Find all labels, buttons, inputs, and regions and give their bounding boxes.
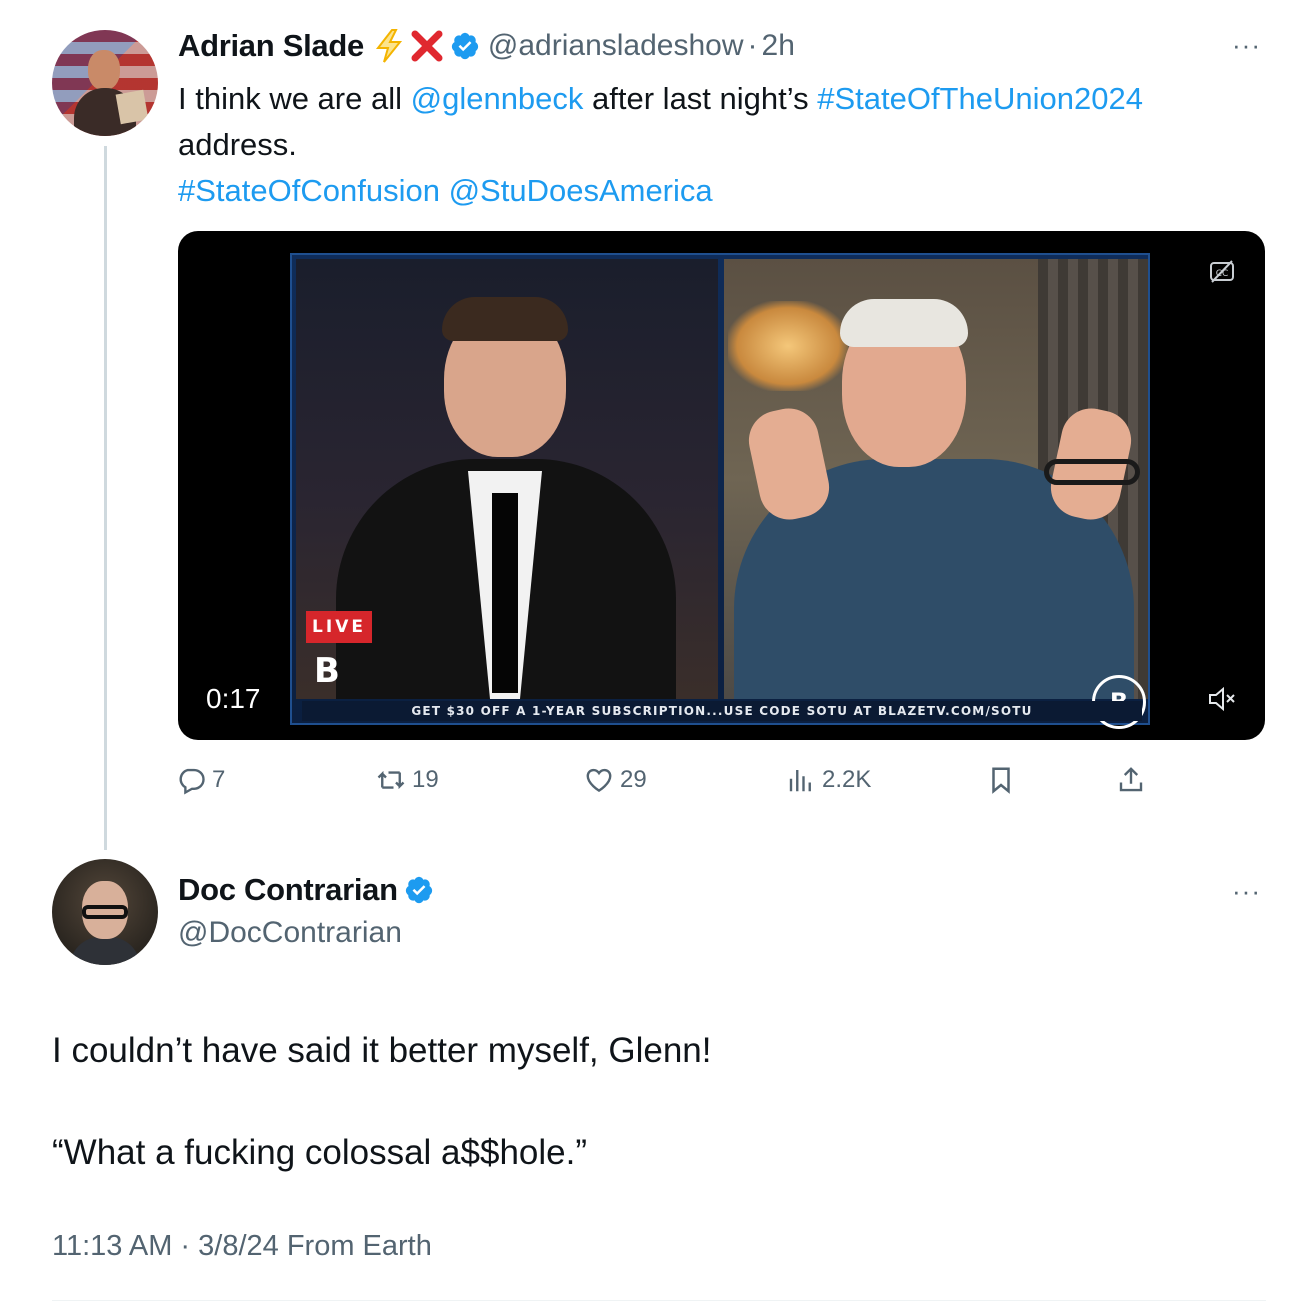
tweet1-text-part: address. — [178, 127, 297, 162]
tweet2-text: I couldn’t have said it better myself, G… — [52, 1024, 1252, 1180]
lamp-glow — [728, 301, 848, 391]
captions-off-icon[interactable]: CC — [1209, 259, 1235, 285]
verified-badge-icon — [450, 31, 480, 61]
guest-hair — [840, 299, 968, 347]
video-frame: LIVE B B GET $30 OFF A 1-YEAR SUBSCRIPTI… — [290, 253, 1150, 729]
tweet2-handle[interactable]: @DocContrarian — [178, 916, 434, 950]
verified-badge-icon — [404, 875, 434, 905]
views-button[interactable]: 2.2K — [786, 758, 871, 802]
reply-button[interactable]: 7 — [176, 758, 225, 802]
tweet1-text-part: after last night’s — [583, 81, 818, 116]
tweet1-action-bar: 7 19 29 2.2K — [176, 758, 1166, 802]
thread-connector-line — [104, 146, 107, 850]
repost-icon — [377, 770, 405, 790]
hashtag-stateoftheunion2024[interactable]: #StateOfTheUnion2024 — [817, 81, 1143, 116]
avatar-glasses — [82, 905, 128, 919]
mention-glennbeck[interactable]: @glennbeck — [411, 81, 584, 116]
tweet2-more-options-icon[interactable]: ··· — [1232, 878, 1261, 904]
bookmark-icon — [992, 767, 1010, 794]
like-count: 29 — [620, 766, 647, 793]
volume-muted-icon[interactable] — [1207, 685, 1237, 713]
red-cross-icon — [410, 29, 444, 63]
video-ticker: GET $30 OFF A 1-YEAR SUBSCRIPTION...USE … — [302, 701, 1142, 721]
video-duration: 0:17 — [196, 679, 271, 719]
tweet2-line-2: “What a fucking colossal a$$hole.” — [52, 1133, 587, 1172]
share-button[interactable] — [1116, 758, 1146, 802]
reply-icon — [179, 768, 205, 795]
repost-count: 19 — [412, 766, 439, 793]
avatar-paper — [115, 89, 149, 125]
guest-hand-left — [743, 402, 835, 526]
blaze-logo-icon: B — [314, 651, 340, 691]
mention-studoesamerica[interactable]: @StuDoesAmerica — [449, 173, 713, 208]
tweet1-timestamp[interactable]: 2h — [762, 29, 795, 63]
tweet2-line-1: I couldn’t have said it better myself, G… — [52, 1031, 712, 1070]
tweet2-meta[interactable]: 11:13 AM · 3/8/24 From Earth — [52, 1230, 432, 1263]
tweet1-header: Adrian Slade @adriansladeshow · 2h — [178, 26, 795, 66]
bookmark-button[interactable] — [986, 758, 1016, 802]
like-button[interactable]: 29 — [584, 758, 647, 802]
video-panel-left: LIVE B — [296, 259, 718, 699]
avatar-doc-contrarian[interactable] — [52, 859, 158, 965]
avatar-adrian-slade[interactable] — [52, 30, 158, 136]
tweet1-text: I think we are all @glennbeck after last… — [178, 76, 1268, 214]
tweet1-more-options-icon[interactable]: ··· — [1232, 32, 1261, 58]
avatar-face — [88, 50, 120, 90]
reply-count: 7 — [212, 766, 226, 793]
host-hair — [442, 297, 568, 341]
tweet1-text-part: I think we are all — [178, 81, 411, 116]
tweet1-video-player[interactable]: LIVE B B GET $30 OFF A 1-YEAR SUBSCRIPTI… — [178, 231, 1265, 740]
hashtag-stateofconfusion[interactable]: #StateOfConfusion — [178, 173, 440, 208]
video-panel-right — [724, 259, 1148, 699]
analytics-icon — [789, 770, 811, 792]
tweet2-header: Doc Contrarian @DocContrarian — [178, 870, 434, 950]
avatar-suit — [70, 937, 140, 965]
guest-glasses — [1044, 459, 1140, 485]
live-badge: LIVE — [306, 611, 372, 643]
tweet1-handle[interactable]: @adriansladeshow — [488, 29, 744, 63]
tweet2-author-name[interactable]: Doc Contrarian — [178, 872, 398, 908]
separator-dot: · — [747, 29, 758, 62]
view-count: 2.2K — [822, 766, 872, 793]
heart-icon — [586, 768, 612, 793]
tweet1-author-name[interactable]: Adrian Slade — [178, 28, 364, 64]
repost-button[interactable]: 19 — [376, 758, 439, 802]
lightning-bolt-icon — [374, 29, 404, 63]
divider — [52, 1300, 1266, 1301]
host-tie — [492, 493, 518, 693]
share-icon — [1119, 767, 1143, 792]
